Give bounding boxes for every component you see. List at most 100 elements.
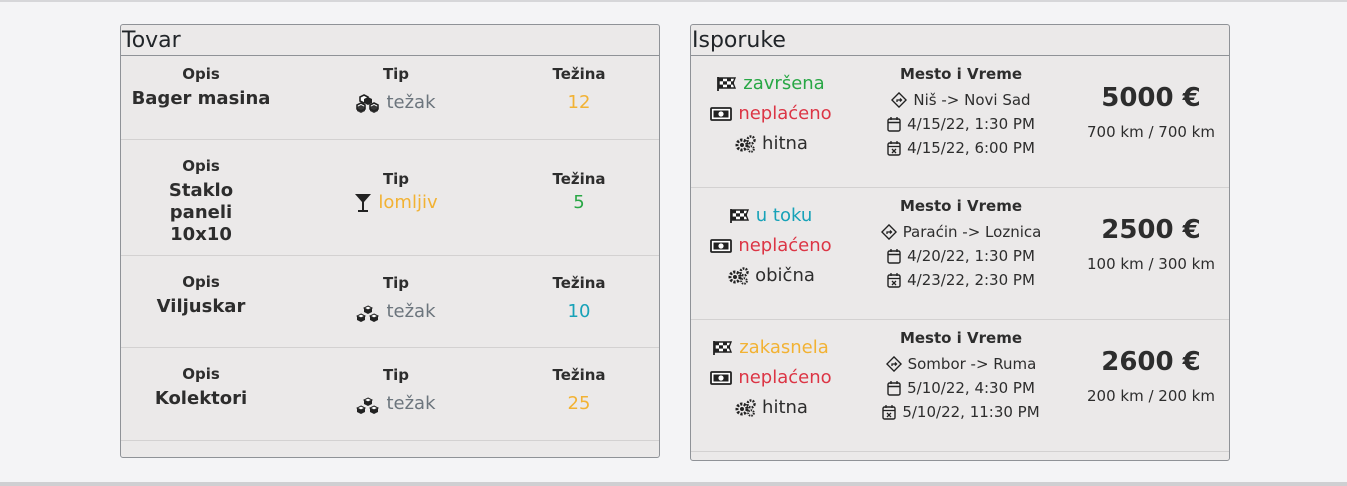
delivery-priority-label: hitna [762, 133, 808, 154]
cargo-row[interactable]: Opis Kolektori Tip težak Težina 25 [121, 348, 659, 441]
cargo-type-label: lomljiv [378, 192, 438, 213]
delivery-payment-label: neplaćeno [738, 235, 832, 256]
opis-header: Opis [182, 157, 220, 175]
delivery-payment-label: neplaćeno [738, 103, 832, 124]
delivery-end: 5/10/22, 11:30 PM [876, 400, 1046, 424]
cargo-weight: 10 [567, 301, 591, 322]
cargo-opis-cell: Opis Viljuskar [121, 272, 281, 318]
delivery-start: 4/15/22, 1:30 PM [876, 112, 1046, 136]
money-bill-icon [710, 239, 733, 253]
cargo-row[interactable]: Opis Viljuskar Tip težak Težina 10 [121, 256, 659, 348]
cargo-tezina-cell: Težina 12 [499, 64, 659, 114]
delivery-status-label: u toku [755, 205, 813, 226]
delivery-payment: neplaćeno [691, 99, 851, 129]
delivery-status-label: završena [743, 73, 825, 94]
glass-icon [354, 193, 372, 213]
delivery-row[interactable]: završena neplaćeno hitna Mesto i Vreme N… [691, 56, 1229, 188]
top-border [0, 0, 1347, 2]
tezina-header: Težina [552, 366, 606, 384]
delivery-row[interactable]: zakasnela neplaćeno hitna Mesto i Vreme [691, 320, 1229, 452]
cargo-opis-cell: Opis Staklo paneli 10x10 [121, 156, 281, 246]
cargo-type: težak [311, 301, 481, 323]
delivery-end: 4/15/22, 6:00 PM [876, 136, 1046, 160]
delivery-priority: hitna [691, 129, 851, 159]
delivery-start: 4/20/22, 1:30 PM [876, 244, 1046, 268]
tezina-header: Težina [552, 274, 606, 292]
delivery-start-label: 4/20/22, 1:30 PM [907, 247, 1035, 265]
money-bill-icon [710, 371, 733, 385]
flag-checkered-icon [717, 76, 737, 92]
delivery-route: Sombor -> Ruma [876, 352, 1046, 376]
flag-checkered-icon [729, 208, 750, 224]
cargo-tezina-cell: Težina 25 [499, 365, 659, 415]
delivery-price-cell: 2600 € 200 km / 200 km [1071, 346, 1229, 406]
delivery-price: 5000 € [1101, 83, 1201, 113]
tip-header: Tip [382, 170, 410, 188]
cargo-tip-cell: Tip težak [311, 365, 481, 415]
cargo-weight: 5 [573, 192, 585, 213]
opis-header: Opis [182, 65, 220, 83]
money-bill-icon [710, 107, 733, 121]
delivery-route: Niš -> Novi Sad [876, 88, 1046, 112]
cargo-type: težak [311, 393, 481, 415]
delivery-place-time-cell: Mesto i Vreme Niš -> Novi Sad 4/15/22, 1… [876, 64, 1046, 160]
delivery-priority: obična [691, 261, 851, 291]
delivery-end: 4/23/22, 2:30 PM [876, 268, 1046, 292]
delivery-end-label: 4/23/22, 2:30 PM [907, 271, 1035, 289]
cargo-tip-cell: Tip težak [311, 273, 481, 323]
delivery-status-cell: završena neplaćeno hitna [691, 69, 851, 159]
delivery-status: zakasnela [691, 333, 851, 363]
cargo-description: Viljuskar [156, 296, 246, 317]
delivery-payment-label: neplaćeno [738, 367, 832, 388]
calendar-icon [887, 248, 901, 264]
calendar-x-icon [887, 272, 901, 288]
place-time-header: Mesto i Vreme [899, 197, 1023, 215]
delivery-start: 5/10/22, 4:30 PM [876, 376, 1046, 400]
delivery-route-label: Paraćin -> Loznica [902, 223, 1042, 241]
cargo-type: težak [311, 92, 481, 114]
cargo-tip-cell: Tip lomljiv [311, 169, 481, 214]
cargo-description: Bager masina [131, 88, 271, 109]
cargo-tezina-cell: Težina 10 [499, 273, 659, 323]
gears-icon [734, 399, 756, 417]
boxes-icon [356, 93, 380, 113]
cargo-row[interactable]: Opis Bager masina Tip težak Težina 12 [121, 56, 659, 140]
delivery-status-cell: u toku neplaćeno obična [691, 201, 851, 291]
cargo-type-label: težak [386, 301, 436, 322]
tezina-header: Težina [552, 65, 606, 83]
delivery-payment: neplaćeno [691, 363, 851, 393]
delivery-start-label: 5/10/22, 4:30 PM [907, 379, 1035, 397]
delivery-end-label: 5/10/22, 11:30 PM [902, 403, 1040, 421]
deliveries-panel: Isporuke završena neplaćeno hitna Mesto … [690, 24, 1230, 461]
calendar-x-icon [882, 404, 897, 420]
boxes-icon [356, 394, 380, 414]
delivery-price: 2500 € [1101, 215, 1201, 245]
delivery-start-label: 4/15/22, 1:30 PM [907, 115, 1035, 133]
cargo-weight: 25 [567, 393, 591, 414]
delivery-price: 2600 € [1101, 347, 1201, 377]
calendar-icon [887, 380, 901, 396]
calendar-icon [887, 116, 901, 132]
delivery-payment: neplaćeno [691, 231, 851, 261]
delivery-status-cell: zakasnela neplaćeno hitna [691, 333, 851, 423]
delivery-distance: 100 km / 300 km [1087, 255, 1215, 273]
place-time-header: Mesto i Vreme [899, 65, 1023, 83]
delivery-route-label: Niš -> Novi Sad [913, 91, 1031, 109]
delivery-distance: 200 km / 200 km [1087, 387, 1215, 405]
cargo-panel: Tovar Opis Bager masina Tip težak Težina… [120, 24, 660, 458]
tip-header: Tip [382, 274, 410, 292]
deliveries-title: Isporuke [691, 25, 1229, 56]
delivery-price-cell: 2500 € 100 km / 300 km [1071, 214, 1229, 274]
delivery-route-label: Sombor -> Ruma [907, 355, 1037, 373]
cargo-tezina-cell: Težina 5 [499, 169, 659, 214]
cargo-row[interactable]: Opis Staklo paneli 10x10 Tip lomljiv Tež… [121, 140, 659, 256]
cargo-opis-cell: Opis Kolektori [121, 364, 281, 410]
delivery-place-time-cell: Mesto i Vreme Paraćin -> Loznica 4/20/22… [876, 196, 1046, 292]
tip-header: Tip [382, 65, 410, 83]
cargo-opis-cell: Opis Bager masina [121, 64, 281, 110]
cargo-type-label: težak [386, 393, 436, 414]
delivery-row[interactable]: u toku neplaćeno obična Mesto i Vreme Pa… [691, 188, 1229, 320]
delivery-place-time-cell: Mesto i Vreme Sombor -> Ruma 5/10/22, 4:… [876, 328, 1046, 424]
gears-icon [734, 135, 756, 153]
delivery-status: u toku [691, 201, 851, 231]
